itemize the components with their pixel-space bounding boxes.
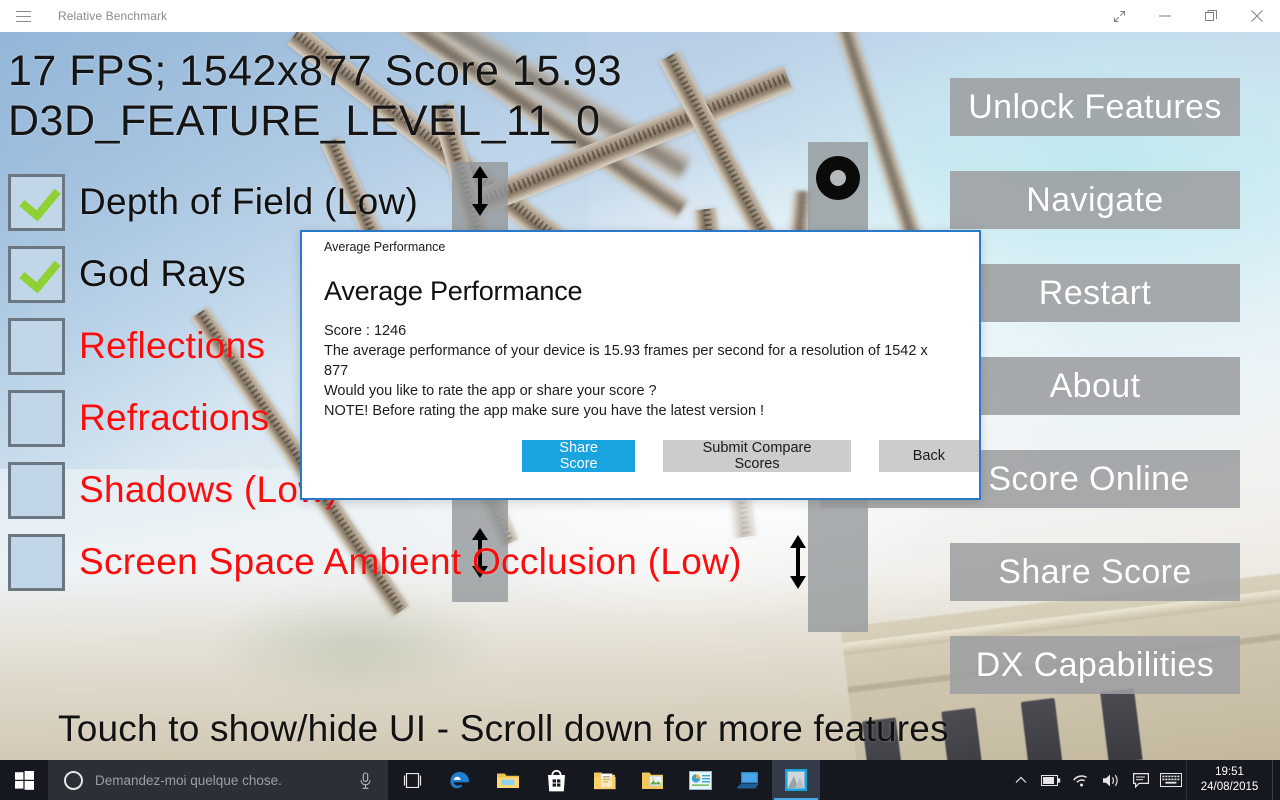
task-view-icon — [403, 772, 421, 788]
action-center-icon[interactable] — [1126, 760, 1156, 800]
edge-taskbar-button[interactable] — [436, 760, 484, 800]
documents-folder-icon — [593, 772, 616, 789]
close-button[interactable] — [1234, 0, 1280, 32]
start-button[interactable] — [0, 760, 48, 800]
option-label-reflections: Reflections — [79, 325, 266, 366]
window-controls — [1096, 0, 1280, 32]
hud-stats-line2: D3D_FEATURE_LEVEL_11_0 — [8, 97, 601, 145]
show-desktop-button[interactable] — [1272, 760, 1280, 800]
fullscreen-button[interactable] — [1096, 0, 1142, 32]
office-app-taskbar-button[interactable] — [676, 760, 724, 800]
system-tray: 19:51 24/08/2015 — [1006, 760, 1280, 800]
relative-benchmark-taskbar-button[interactable] — [772, 760, 820, 800]
dialog-heading: Average Performance — [324, 276, 583, 306]
file-explorer-taskbar-button[interactable] — [484, 760, 532, 800]
checkbox-shadows[interactable] — [8, 461, 65, 519]
window-title-bar: Relative Benchmark — [0, 0, 1280, 32]
store-taskbar-button[interactable] — [532, 760, 580, 800]
button-unlock-features[interactable]: Unlock Features — [950, 78, 1240, 136]
dialog-back-button[interactable]: Back — [878, 440, 979, 472]
scroll-up-down-arrow-icon — [790, 535, 806, 589]
button-dx-capabilities[interactable]: DX Capabilities — [950, 636, 1240, 694]
average-performance-dialog: Average Performance Average Performance … — [300, 230, 981, 500]
show-hidden-icons-chevron-icon[interactable] — [1006, 760, 1036, 800]
windows-logo-icon — [14, 770, 34, 790]
volume-icon[interactable] — [1096, 760, 1126, 800]
edge-icon — [450, 772, 469, 789]
task-view-button[interactable] — [388, 760, 436, 800]
microphone-icon[interactable] — [359, 771, 372, 789]
button-about[interactable]: About — [950, 357, 1240, 415]
hud-stats-line1: 17 FPS; 1542x877 Score 15.93 — [8, 47, 623, 95]
option-label-ssao: Screen Space Ambient Occlusion (Low) — [79, 541, 742, 582]
battery-icon[interactable] — [1036, 760, 1066, 800]
dialog-caption: Average Performance — [324, 240, 446, 254]
atmospheric-smoke — [204, 591, 505, 702]
option-label-refractions: Refractions — [79, 397, 270, 438]
clock-date: 24/08/2015 — [1200, 781, 1259, 793]
pictures-folder-icon — [641, 772, 663, 789]
pictures-folder-taskbar-button[interactable] — [628, 760, 676, 800]
button-navigate[interactable]: Navigate — [950, 171, 1240, 229]
dialog-line-score: Score : 1246 — [324, 323, 407, 339]
cortana-circle-icon — [64, 770, 83, 790]
dialog-share-score-button[interactable]: Share Score — [522, 440, 636, 472]
checkbox-refractions[interactable] — [8, 389, 65, 447]
option-row-depth-of-field[interactable]: Depth of Field (Low) — [8, 166, 742, 238]
minimize-button[interactable] — [1142, 0, 1188, 32]
button-share-score[interactable]: Share Score — [950, 543, 1240, 601]
screen: 17 FPS; 1542x877 Score 15.93 D3D_FEATURE… — [0, 0, 1280, 800]
dialog-line-note: NOTE! Before rating the app make sure yo… — [324, 403, 765, 419]
clock[interactable]: 19:51 24/08/2015 — [1186, 760, 1272, 800]
option-label-depth-of-field: Depth of Field (Low) — [79, 181, 419, 222]
restore-button[interactable] — [1188, 0, 1234, 32]
relative-benchmark-icon — [785, 769, 807, 791]
hud-stats: 17 FPS; 1542x877 Score 15.93 D3D_FEATURE… — [8, 46, 622, 146]
dialog-submit-compare-scores-button[interactable]: Submit Compare Scores — [663, 440, 851, 472]
office-app-icon — [688, 770, 712, 790]
checkbox-ssao[interactable] — [8, 533, 65, 591]
checkbox-god-rays[interactable] — [8, 245, 65, 303]
store-icon — [547, 769, 565, 791]
hamburger-menu-icon[interactable] — [0, 0, 46, 32]
wifi-icon[interactable] — [1066, 760, 1096, 800]
dialog-body: Score : 1246 The average performance of … — [302, 307, 979, 421]
option-label-god-rays: God Rays — [79, 253, 246, 294]
dialog-line-average: The average performance of your device i… — [324, 343, 928, 379]
documents-folder-taskbar-button[interactable] — [580, 760, 628, 800]
dialog-action-bar: Share Score Submit Compare Scores Back — [302, 440, 979, 472]
windows-taskbar: Demandez-moi quelque chose. 19:51 24/08/… — [0, 760, 1280, 800]
option-row-ssao[interactable]: Screen Space Ambient Occlusion (Low) — [8, 526, 742, 598]
window-title: Relative Benchmark — [58, 9, 168, 23]
file-explorer-icon — [497, 773, 519, 788]
dialog-line-question: Would you like to rate the app or share … — [324, 383, 657, 399]
search-placeholder: Demandez-moi quelque chose. — [95, 772, 282, 788]
scroll-wheel-icon — [816, 156, 860, 200]
clock-time: 19:51 — [1215, 766, 1244, 778]
cortana-search-box[interactable]: Demandez-moi quelque chose. — [48, 760, 388, 800]
checkbox-depth-of-field[interactable] — [8, 173, 65, 231]
hud-footer-hint: Touch to show/hide UI - Scroll down for … — [58, 708, 949, 749]
checkbox-reflections[interactable] — [8, 317, 65, 375]
remote-desktop-icon — [737, 771, 759, 788]
remote-desktop-taskbar-button[interactable] — [724, 760, 772, 800]
button-restart[interactable]: Restart — [950, 264, 1240, 322]
touch-keyboard-icon[interactable] — [1156, 760, 1186, 800]
